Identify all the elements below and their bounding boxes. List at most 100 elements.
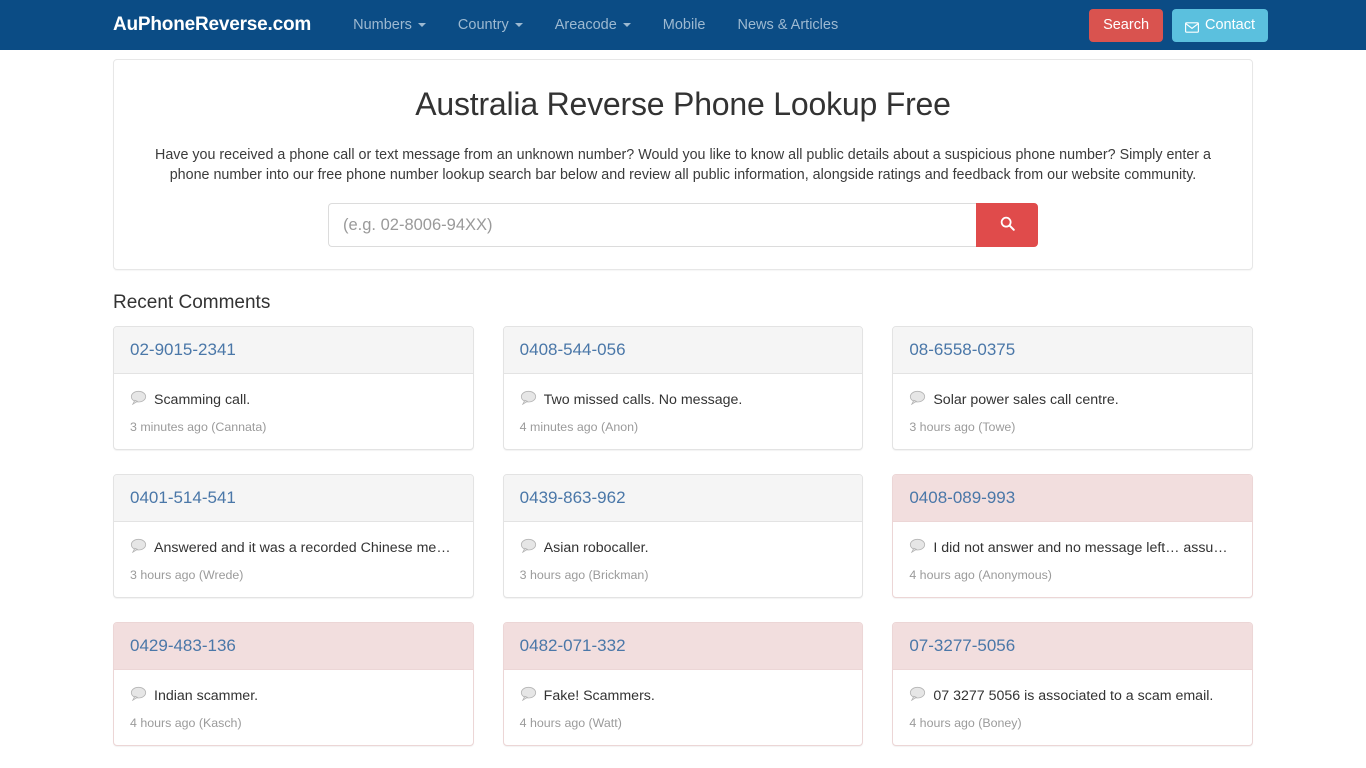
comment-card-body: Answered and it was a recorded Chinese m…	[114, 522, 473, 597]
comment-line: Scamming call.	[130, 390, 457, 409]
speech-bubble-icon	[909, 686, 926, 705]
comment-meta: 4 hours ago (Anonymous)	[909, 568, 1052, 582]
nav-link-news-articles[interactable]: News & Articles	[722, 0, 855, 50]
comment-card[interactable]: 0401-514-541 Answered and it was a recor…	[113, 474, 474, 598]
comment-card[interactable]: 02-9015-2341 Scamming call. 3 minutes ag…	[113, 326, 474, 450]
comment-line: Asian robocaller.	[520, 538, 847, 557]
comment-card-body: Two missed calls. No message. 4 minutes …	[504, 374, 863, 449]
nav-link-country-label: Country	[457, 17, 509, 33]
comment-card[interactable]: 0482-071-332 Fake! Scammers. 4 hours ago…	[502, 622, 864, 746]
nav-item-country[interactable]: Country	[442, 0, 539, 50]
comment-card-body: I did not answer and no message left… as…	[893, 522, 1252, 597]
nav-item-areacode[interactable]: Areacode	[539, 0, 647, 50]
comment-text: Fake! Scammers.	[543, 687, 655, 704]
nav-search-button[interactable]: Search	[1089, 9, 1164, 42]
comment-card-header: 0439-863-962	[503, 475, 863, 522]
page-title: Australia Reverse Phone Lookup Free	[415, 86, 951, 122]
comment-card-body: Solar power sales call centre. 3 hours a…	[893, 374, 1252, 449]
hero-description: Have you received a phone call or text m…	[155, 147, 1211, 183]
card-row: 0401-514-541 Answered and it was a recor…	[113, 474, 1254, 598]
site-brand-logo[interactable]: AuPhoneReverse.com	[113, 14, 311, 36]
navbar-actions: Search Contact	[1089, 9, 1268, 42]
comment-line: Fake! Scammers.	[520, 686, 847, 705]
comment-meta: 3 hours ago (Wrede)	[130, 568, 244, 582]
recent-comments-grid: 02-9015-2341 Scamming call. 3 minutes ag…	[113, 326, 1254, 746]
speech-bubble-icon	[909, 390, 926, 409]
comment-card-header: 02-9015-2341	[114, 327, 473, 374]
phone-number-link[interactable]: 0401-514-541	[130, 488, 236, 507]
comment-card-header: 08-6558-0375	[893, 327, 1253, 374]
speech-bubble-icon	[130, 390, 147, 409]
comment-text: Answered and it was a recorded Chinese m…	[154, 539, 457, 556]
speech-bubble-icon	[130, 686, 147, 705]
top-navbar: AuPhoneReverse.com Numbers Country Areac…	[0, 0, 1366, 50]
comment-card-body: Fake! Scammers. 4 hours ago (Watt)	[504, 670, 863, 745]
nav-link-numbers-label: Numbers	[353, 17, 412, 33]
nav-link-country[interactable]: Country	[442, 0, 539, 50]
comment-text: 07 3277 5056 is associated to a scam ema…	[933, 687, 1214, 704]
phone-number-link[interactable]: 0408-089-993	[909, 488, 1015, 507]
comment-line: Solar power sales call centre.	[909, 390, 1236, 409]
comment-text: Two missed calls. No message.	[543, 391, 743, 408]
phone-number-link[interactable]: 08-6558-0375	[909, 340, 1015, 359]
main-nav: Numbers Country Areacode Mobile News & A…	[337, 0, 854, 50]
comment-card[interactable]: 0429-483-136 Indian scammer. 4 hours ago…	[113, 622, 474, 746]
comment-meta: 3 hours ago (Brickman)	[519, 568, 649, 582]
comment-card-body: Indian scammer. 4 hours ago (Kasch)	[114, 670, 473, 745]
nav-link-areacode-label: Areacode	[554, 17, 617, 33]
chevron-down-icon	[514, 23, 523, 27]
comment-card-header: 0408-544-056	[503, 327, 863, 374]
search-row	[132, 203, 1234, 247]
phone-number-link[interactable]: 0429-483-136	[130, 636, 236, 655]
comment-text: Indian scammer.	[154, 687, 259, 704]
nav-link-mobile[interactable]: Mobile	[647, 0, 722, 50]
comment-meta: 4 hours ago (Kasch)	[130, 716, 242, 730]
comment-card[interactable]: 07-3277-5056 07 3277 5056 is associated …	[892, 622, 1254, 746]
comment-card[interactable]: 0408-089-993 I did not answer and no mes…	[892, 474, 1254, 598]
comment-card[interactable]: 0439-863-962 Asian robocaller. 3 hours a…	[502, 474, 864, 598]
nav-item-mobile[interactable]: Mobile	[647, 0, 722, 50]
phone-number-link[interactable]: 02-9015-2341	[130, 340, 236, 359]
comment-card[interactable]: 0408-544-056 Two missed calls. No messag…	[502, 326, 864, 450]
search-group	[328, 203, 1038, 247]
chevron-down-icon	[417, 23, 426, 27]
comment-meta: 3 minutes ago (Cannata)	[130, 420, 267, 434]
comment-line: Two missed calls. No message.	[520, 390, 847, 409]
comment-text: I did not answer and no message left… as…	[933, 539, 1237, 556]
nav-link-numbers[interactable]: Numbers	[337, 0, 442, 50]
hero-panel: Australia Reverse Phone Lookup Free Have…	[113, 59, 1253, 270]
comment-card[interactable]: 08-6558-0375 Solar power sales call cent…	[892, 326, 1254, 450]
magnifier-icon	[999, 215, 1016, 235]
phone-number-link[interactable]: 0439-863-962	[520, 488, 626, 507]
comment-line: 07 3277 5056 is associated to a scam ema…	[909, 686, 1236, 705]
nav-item-news-articles[interactable]: News & Articles	[722, 0, 855, 50]
comment-text: Asian robocaller.	[543, 539, 649, 556]
comment-card-header: 0482-071-332	[503, 623, 863, 670]
comment-text: Solar power sales call centre.	[933, 391, 1119, 408]
card-row: 0429-483-136 Indian scammer. 4 hours ago…	[113, 622, 1254, 746]
comment-meta: 4 hours ago (Watt)	[519, 716, 622, 730]
phone-number-link[interactable]: 0408-544-056	[520, 340, 626, 359]
nav-contact-label: Contact	[1205, 17, 1255, 33]
comment-line: Indian scammer.	[130, 686, 457, 705]
nav-item-numbers[interactable]: Numbers	[337, 0, 442, 50]
speech-bubble-icon	[909, 538, 926, 557]
card-row: 02-9015-2341 Scamming call. 3 minutes ag…	[113, 326, 1254, 450]
comment-meta: 4 hours ago (Boney)	[909, 716, 1022, 730]
comment-line: Answered and it was a recorded Chinese m…	[130, 538, 457, 557]
phone-search-button[interactable]	[976, 203, 1038, 247]
speech-bubble-icon	[130, 538, 147, 557]
comment-meta: 4 minutes ago (Anon)	[519, 420, 639, 434]
envelope-icon	[1185, 20, 1199, 33]
phone-number-link[interactable]: 07-3277-5056	[909, 636, 1015, 655]
comment-card-body: Scamming call. 3 minutes ago (Cannata)	[114, 374, 473, 449]
nav-contact-button[interactable]: Contact	[1172, 9, 1268, 42]
comment-meta: 3 hours ago (Towe)	[909, 420, 1016, 434]
recent-comments-heading: Recent Comments	[113, 292, 271, 313]
phone-search-input[interactable]	[328, 203, 976, 247]
phone-number-link[interactable]: 0482-071-332	[520, 636, 626, 655]
comment-card-header: 0408-089-993	[893, 475, 1253, 522]
speech-bubble-icon	[520, 538, 537, 557]
nav-link-areacode[interactable]: Areacode	[539, 0, 647, 50]
comment-line: I did not answer and no message left… as…	[909, 538, 1236, 557]
